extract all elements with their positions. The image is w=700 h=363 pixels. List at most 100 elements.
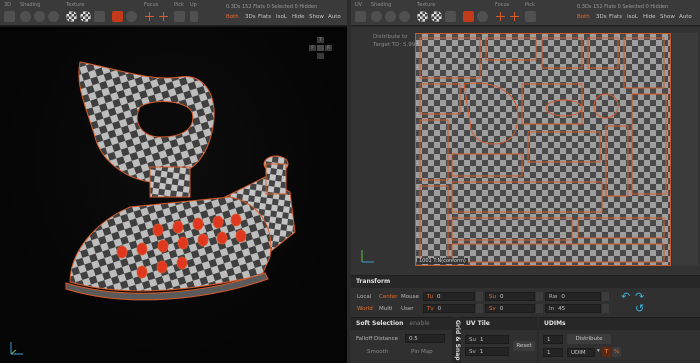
btn-both[interactable]: Both — [226, 14, 239, 20]
uv-tile-title: UV Tile — [461, 318, 537, 330]
transform-user[interactable]: User — [401, 306, 414, 312]
btn-show[interactable]: Show — [660, 14, 675, 20]
btn-auto[interactable]: Auto — [328, 14, 341, 20]
uvtile-sv-field[interactable]: Sv 1 — [465, 347, 509, 356]
pin-map-option[interactable]: Pin Map — [411, 349, 433, 355]
sv-field[interactable]: Sv 0 — [485, 304, 535, 313]
chevron-down-icon[interactable]: ▾ — [597, 348, 600, 354]
uv-tile-reset-button[interactable]: Reset — [513, 341, 535, 351]
su-field[interactable]: Su 0 — [485, 292, 535, 301]
select-mode-icon[interactable] — [112, 11, 123, 22]
navcube-front[interactable]: F — [309, 45, 316, 51]
tu-field[interactable]: Tu 0 — [423, 292, 475, 301]
shading-wire-icon[interactable] — [34, 11, 45, 22]
btn-isol[interactable]: IsoL — [627, 14, 638, 20]
btn-3ds[interactable]: 3Ds — [245, 14, 256, 20]
rotate-45-icon[interactable]: ↺ — [635, 303, 644, 314]
select-color-icon[interactable] — [477, 11, 488, 22]
navcube-right[interactable]: R — [325, 45, 332, 51]
axis-gizmo-icon — [10, 342, 23, 355]
select-color-icon[interactable] — [126, 11, 137, 22]
udim-value1-field[interactable]: 1 — [543, 335, 563, 344]
su-tag: Su — [489, 294, 496, 300]
percent-button[interactable]: % — [612, 347, 621, 357]
t-button[interactable]: T — [602, 347, 611, 357]
transform-world[interactable]: World — [357, 306, 373, 312]
tb-label-focus: Focus — [144, 2, 159, 8]
falloff-label: Falloff Distance — [356, 336, 399, 342]
uvtile-su-field[interactable]: Su 1 — [465, 335, 509, 344]
distribute-button[interactable]: Distribute — [567, 334, 611, 344]
shading-light-icon[interactable] — [399, 11, 410, 22]
btn-hide[interactable]: Hide — [643, 14, 656, 20]
falloff-distance-field[interactable]: 0.5 — [405, 334, 445, 343]
tu-stepper[interactable] — [476, 292, 483, 301]
transform-local[interactable]: Local — [357, 294, 371, 300]
in-tag: In — [549, 306, 555, 312]
rw-field[interactable]: Rw 0 — [545, 292, 601, 301]
focus-frame-icon[interactable] — [509, 11, 520, 22]
checker-texture-icon[interactable] — [66, 11, 77, 22]
pick-icon[interactable] — [174, 11, 185, 22]
udims-panel: UDIMs 1 Distribute 1 UDIM ▾ T % — [539, 317, 700, 363]
btn-flats[interactable]: Flats — [258, 14, 271, 20]
uv-tile-1001[interactable] — [415, 33, 671, 266]
udim-select[interactable]: UDIM — [567, 348, 595, 357]
in-field[interactable]: In 45 — [545, 304, 601, 313]
shading-wire-icon[interactable] — [385, 11, 396, 22]
grid-snap-tab[interactable]: Grid & Snap — [452, 317, 461, 363]
tb-label-pick: Pick — [174, 2, 184, 8]
transform-mouse[interactable]: Mouse — [401, 294, 419, 300]
navcube-bottom[interactable] — [317, 53, 324, 59]
tv-stepper[interactable] — [476, 304, 483, 313]
navcube-center[interactable] — [317, 45, 324, 51]
btn-show[interactable]: Show — [309, 14, 324, 20]
uv-toolbar: UV Shading Texture Focus Pick 0.3Ds 152 … — [351, 0, 700, 26]
uvtile-su-tag: Su — [469, 337, 476, 343]
up-axis-icon[interactable] — [190, 11, 198, 22]
shading-light-icon[interactable] — [48, 11, 59, 22]
texture-toggle-icon[interactable] — [94, 11, 105, 22]
su-stepper[interactable] — [536, 292, 543, 301]
navcube-top[interactable]: T — [317, 37, 324, 43]
udim-value2-field[interactable]: 1 — [543, 348, 563, 357]
btn-hide[interactable]: Hide — [292, 14, 305, 20]
rotate-cw-icon[interactable]: ↷ — [635, 291, 644, 302]
focus-crosshair-icon[interactable] — [495, 11, 506, 22]
viewport-3d[interactable]: T F R — [0, 27, 347, 363]
checker-texture-alt-icon[interactable] — [80, 11, 91, 22]
navcube[interactable]: T F R — [309, 37, 333, 59]
soft-selection-title: Soft Selection enable — [351, 318, 452, 330]
uv-viewport[interactable]: Distribute to Target TD: 5.99 1001 T:N(c… — [351, 27, 700, 275]
tv-field[interactable]: Tv 0 — [423, 304, 475, 313]
btn-auto[interactable]: Auto — [679, 14, 692, 20]
btn-both[interactable]: Both — [577, 14, 590, 20]
shading-solid-icon[interactable] — [371, 11, 382, 22]
tu-tag: Tu — [427, 294, 434, 300]
focus-crosshair-icon[interactable] — [144, 11, 155, 22]
btn-isol[interactable]: IsoL — [276, 14, 287, 20]
select-mode-icon[interactable] — [463, 11, 474, 22]
tb-label-up: Up — [190, 2, 197, 8]
grid-icon[interactable] — [4, 11, 15, 22]
soft-selection-enable[interactable]: enable — [409, 320, 429, 327]
shading-solid-icon[interactable] — [20, 11, 31, 22]
sv-stepper[interactable] — [536, 304, 543, 313]
checker-texture-alt-icon[interactable] — [431, 11, 442, 22]
rw-stepper[interactable] — [602, 292, 609, 301]
uv-grid-icon[interactable] — [355, 11, 366, 22]
focus-frame-icon[interactable] — [158, 11, 169, 22]
in-stepper[interactable] — [602, 304, 609, 313]
rotate-ccw-icon[interactable]: ↶ — [621, 291, 630, 302]
texture-toggle-icon[interactable] — [445, 11, 456, 22]
btn-flats[interactable]: Flats — [609, 14, 622, 20]
uvtile-sv-value: 1 — [479, 349, 484, 355]
transform-multi[interactable]: Multi — [379, 306, 392, 312]
btn-3ds[interactable]: 3Ds — [596, 14, 607, 20]
transform-center[interactable]: Center — [379, 294, 398, 300]
checker-texture-icon[interactable] — [417, 11, 428, 22]
selection-stats: 0.3Ds 152 Flats 0 Selected 0 Hidden — [226, 4, 318, 10]
smooth-option[interactable]: Smooth — [367, 349, 388, 355]
pick-icon[interactable] — [525, 11, 536, 22]
in-value: 45 — [558, 306, 566, 312]
